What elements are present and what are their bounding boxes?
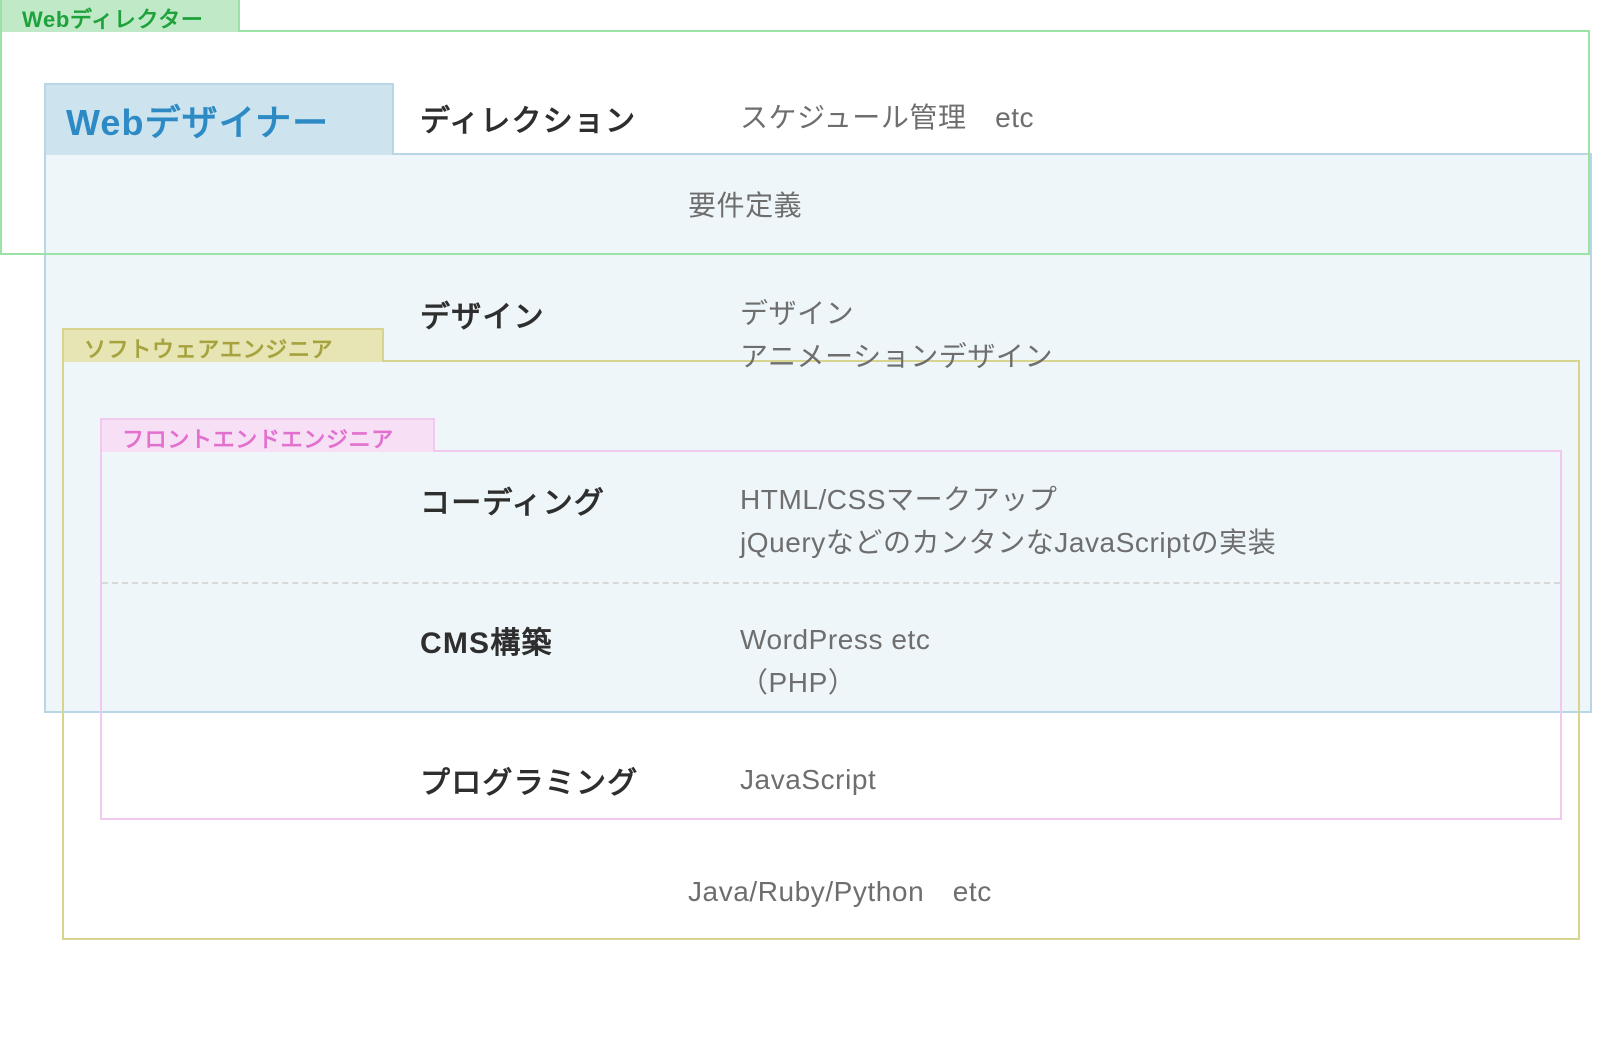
role-tab-software-engineer: ソフトウェアエンジニア [62, 328, 384, 362]
dashed-divider [102, 582, 1560, 584]
role-tab-frontend-engineer: フロントエンドエンジニア [100, 418, 435, 452]
diagram-canvas: Webデザイナー ソフトウェアエンジニア Webディレクター フロントエンドエン… [0, 0, 1600, 1039]
role-label: ソフトウェアエンジニア [84, 332, 333, 364]
role-label: フロントエンドエンジニア [122, 422, 394, 454]
role-tab-web-director: Webディレクター [0, 0, 240, 32]
role-label: Webディレクター [22, 2, 204, 34]
role-box-frontend-engineer: フロントエンドエンジニア [100, 450, 1562, 820]
role-box-web-director: Webディレクター [0, 30, 1590, 255]
